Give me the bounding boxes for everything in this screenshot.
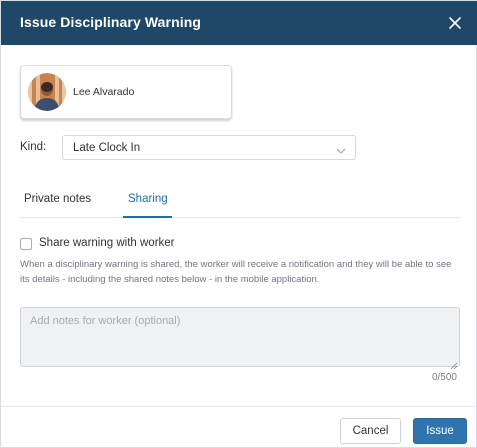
worker-name: Lee Alvarado	[73, 86, 135, 98]
avatar	[28, 73, 66, 111]
kind-label: Kind:	[20, 141, 47, 153]
dialog-header: Issue Disciplinary Warning	[1, 1, 477, 45]
kind-select[interactable]: Late Clock In	[62, 135, 356, 160]
worker-notes-input[interactable]	[20, 307, 460, 367]
chevron-down-icon	[336, 143, 346, 154]
active-tab-indicator	[123, 216, 172, 218]
share-description: When a disciplinary warning is shared, t…	[20, 259, 452, 285]
tab-bar: Private notes Sharing	[20, 186, 460, 218]
resize-grip-icon[interactable]	[450, 357, 458, 370]
worker-card: Lee Alvarado	[20, 65, 232, 119]
share-warning-checkbox[interactable]	[20, 238, 32, 250]
dialog-footer: Cancel Issue	[1, 406, 477, 448]
tab-sharing[interactable]: Sharing	[128, 193, 168, 205]
cancel-button[interactable]: Cancel	[340, 418, 401, 444]
share-warning-label[interactable]: Share warning with worker	[39, 237, 175, 249]
dialog-title: Issue Disciplinary Warning	[20, 14, 202, 30]
character-counter: 0/500	[431, 372, 457, 383]
close-icon[interactable]	[444, 12, 466, 34]
issue-warning-dialog: Issue Disciplinary Warning Lee Alvarado …	[0, 0, 477, 448]
kind-select-value: Late Clock In	[73, 142, 141, 154]
issue-button[interactable]: Issue	[413, 418, 467, 444]
tab-private-notes[interactable]: Private notes	[24, 193, 91, 205]
